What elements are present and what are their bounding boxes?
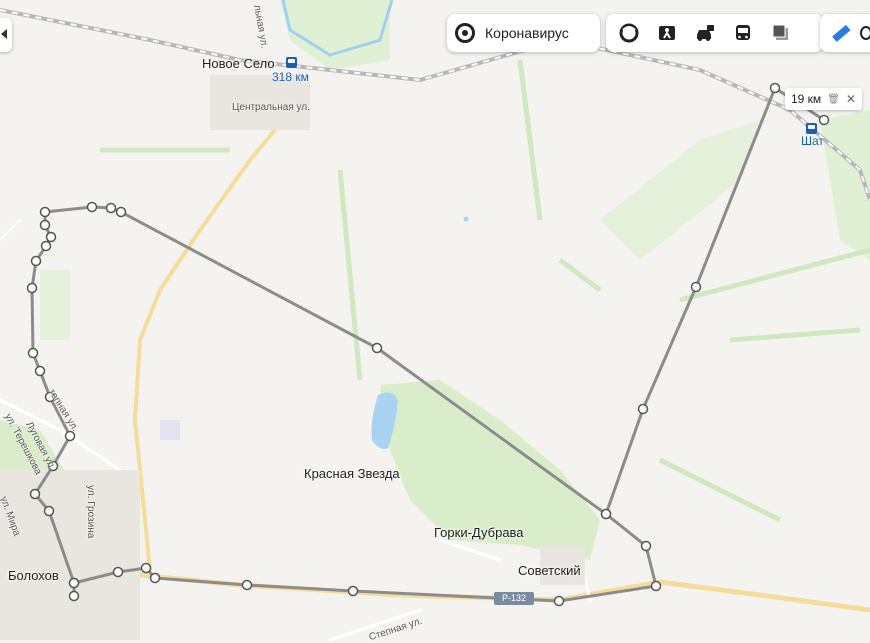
- close-icon[interactable]: ✕: [846, 92, 856, 106]
- panorama-button[interactable]: [650, 16, 684, 50]
- route-vertex[interactable]: [27, 347, 39, 359]
- coronavirus-button[interactable]: Коронавирус: [447, 14, 600, 52]
- sidebar-toggle-button[interactable]: [0, 18, 12, 52]
- route-vertex[interactable]: [68, 577, 80, 589]
- route-vertex[interactable]: [29, 488, 41, 500]
- map-type-button[interactable]: [764, 16, 798, 50]
- road-number-badge: Р-132: [494, 592, 534, 605]
- route-distance-text: 19 км: [791, 92, 822, 106]
- route-vertex[interactable]: [68, 590, 80, 602]
- street-label-tsentralnaya: Центральная ул.: [232, 102, 310, 113]
- village-krasnaya-zvezda-label: Красная Звезда: [304, 466, 400, 481]
- village-sovetsky-label: Советский: [518, 563, 581, 578]
- route-vertex[interactable]: [34, 365, 46, 377]
- route-vertex[interactable]: [112, 566, 124, 578]
- street-label-groznaya: ул. Грозина: [85, 485, 96, 539]
- village-gorki-dubrava-label: Горки-Дубрава: [434, 525, 524, 540]
- route-vertex[interactable]: [86, 201, 98, 213]
- chevron-left-icon: [1, 29, 7, 39]
- route-vertex[interactable]: [600, 508, 612, 520]
- ruler-toolbar: [820, 14, 870, 52]
- route-vertex[interactable]: [30, 255, 42, 267]
- town-bolohov-label: Болохов: [8, 568, 59, 583]
- station-318km-label: 318 км: [272, 70, 309, 84]
- route-vertex[interactable]: [553, 595, 565, 607]
- route-vertex[interactable]: [39, 219, 51, 231]
- route-vertex[interactable]: [637, 403, 649, 415]
- trash-icon[interactable]: 🗑: [827, 94, 840, 105]
- route-vertex[interactable]: [115, 206, 127, 218]
- route-vertex[interactable]: [769, 82, 781, 94]
- station-shat-label: Шат: [801, 134, 824, 148]
- route-vertex[interactable]: [149, 572, 161, 584]
- route-vertex[interactable]: [105, 202, 117, 214]
- route-vertex[interactable]: [690, 281, 702, 293]
- traffic-button[interactable]: [688, 16, 722, 50]
- route-vertex[interactable]: [45, 231, 57, 243]
- route-vertex[interactable]: [347, 585, 359, 597]
- map-layers-toolbar: [606, 14, 823, 52]
- ruler-distance-label: 19 км 🗑 ✕: [785, 88, 862, 110]
- route-vertex[interactable]: [818, 114, 830, 126]
- layers-icon: [619, 23, 639, 43]
- train-station-shat-icon: [806, 123, 817, 134]
- map-canvas[interactable]: [0, 0, 870, 641]
- traffic-icon: [697, 25, 714, 41]
- route-vertex[interactable]: [241, 579, 253, 591]
- route-vertex[interactable]: [640, 540, 652, 552]
- coronavirus-label: Коронавирус: [485, 25, 569, 41]
- route-vertex[interactable]: [140, 562, 152, 574]
- layers-button[interactable]: [612, 16, 646, 50]
- route-vertex[interactable]: [40, 240, 52, 252]
- route-vertex[interactable]: [39, 206, 51, 218]
- transit-button[interactable]: [726, 16, 760, 50]
- train-station-icon: [286, 57, 297, 68]
- target-icon: [455, 23, 475, 43]
- more-tools-icon[interactable]: [860, 26, 870, 40]
- village-novoe-selo-label: Новое Село: [202, 56, 275, 71]
- ruler-button[interactable]: [830, 22, 852, 44]
- panorama-icon: [659, 26, 675, 40]
- transit-icon: [736, 25, 750, 40]
- route-vertex[interactable]: [26, 282, 38, 294]
- route-vertex[interactable]: [43, 505, 55, 517]
- route-vertex[interactable]: [371, 342, 383, 354]
- ruler-icon: [832, 24, 851, 42]
- route-vertex[interactable]: [650, 580, 662, 592]
- map-type-icon: [772, 24, 788, 40]
